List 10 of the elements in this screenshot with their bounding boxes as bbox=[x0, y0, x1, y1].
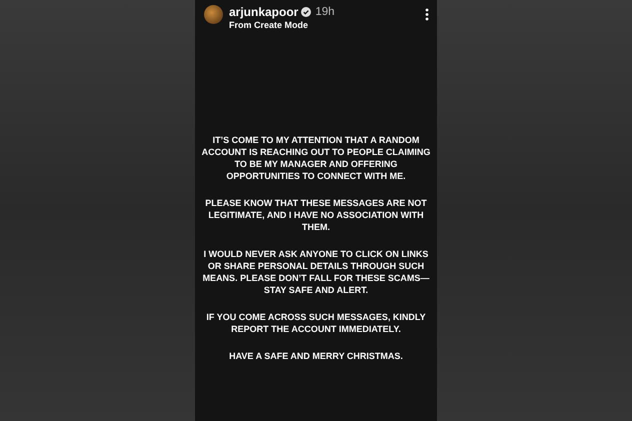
story-text: IF YOU COME ACROSS SUCH MESSAGES, KINDLY REPORT THE ACCOUNT IMMEDIATELY. bbox=[205, 311, 427, 335]
post-time: 19h bbox=[315, 6, 335, 18]
story-text: HAVE A SAFE AND MERRY CHRISTMAS. bbox=[229, 350, 403, 362]
story-subtitle: From Create Mode bbox=[229, 20, 310, 30]
more-options-icon[interactable] bbox=[425, 8, 429, 21]
story-text: IT’S COME TO MY ATTENTION THAT A RANDOM ACCOUNT IS REACHING OUT TO PEOPLE CLAIMING TO BE MY MANAGER AND OFFERING OPPORTUNITIES TO CONNECT WITH ME. bbox=[201, 134, 431, 182]
username[interactable]: arjunkapoor bbox=[229, 5, 298, 19]
avatar[interactable] bbox=[204, 5, 223, 24]
story-text: PLEASE KNOW THAT THESE MESSAGES ARE NOT LEGITIMATE, AND I HAVE NO ASSOCIATION WITH THEM. bbox=[204, 197, 428, 233]
story-text: I WOULD NEVER ASK ANYONE TO CLICK ON LINKS OR SHARE PERSONAL DETAILS THROUGH SUCH MEANS. PLEASE DON’T FALL FOR THESE SCAMS—STAY SAFE AND ALERT. bbox=[202, 248, 430, 296]
